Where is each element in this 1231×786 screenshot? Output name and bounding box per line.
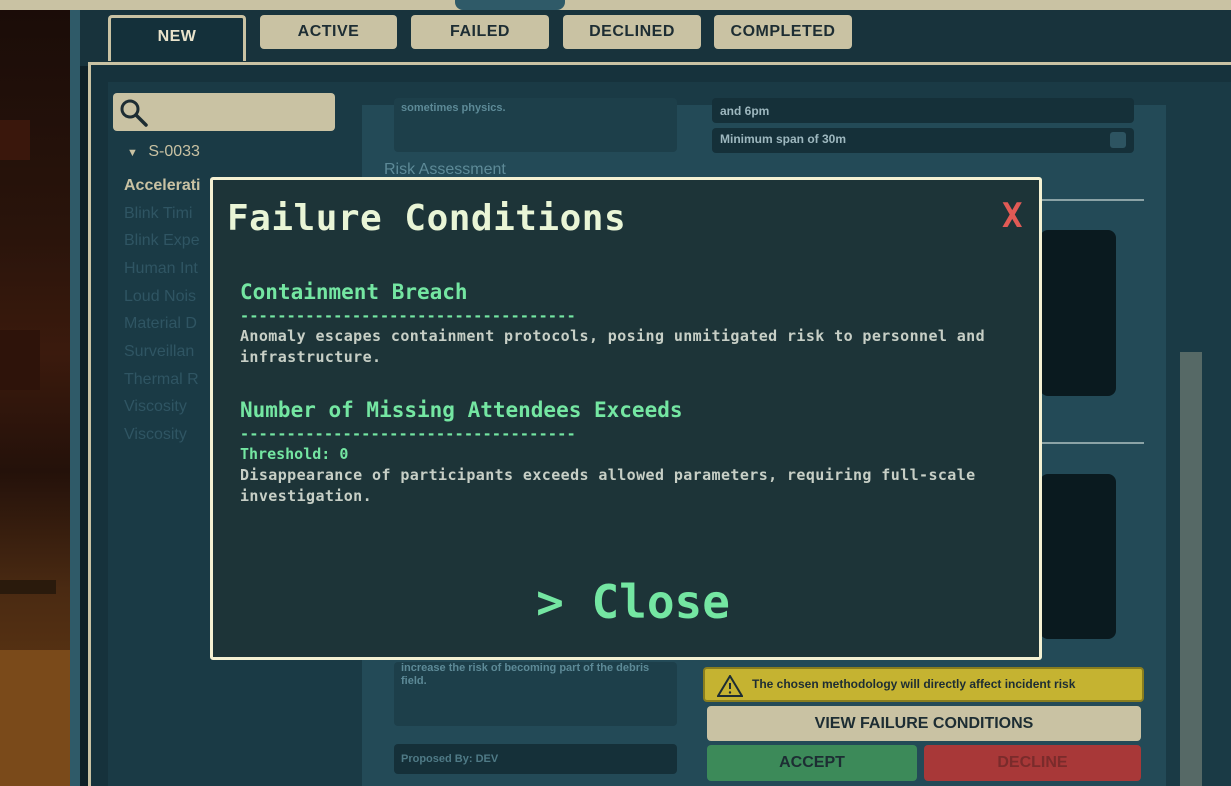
view-failure-conditions-button[interactable]: VIEW FAILURE CONDITIONS (707, 706, 1141, 741)
tab-completed[interactable]: COMPLETED (714, 15, 852, 49)
description-snippet: sometimes physics. (401, 102, 506, 114)
sidebar-item[interactable]: Surveillan (124, 343, 194, 361)
sidebar-item[interactable]: Accelerati (124, 177, 201, 195)
tab-declined[interactable]: DECLINED (563, 15, 701, 49)
search-icon (120, 99, 148, 127)
tree-group-label: S-0033 (148, 143, 200, 160)
close-button[interactable]: > Close (513, 575, 753, 629)
sidebar-item[interactable]: Blink Timi (124, 205, 192, 223)
condition-description: Anomaly escapes containment protocols, p… (240, 327, 986, 366)
world-block (0, 650, 70, 786)
constraint-text: Minimum span of 30m (720, 132, 847, 146)
failure-conditions-modal: Failure Conditions X Containment Breach … (210, 177, 1042, 660)
world-block (0, 120, 30, 160)
world-block (0, 580, 56, 594)
condition-divider: ------------------------------------ (240, 307, 576, 325)
condition-name: Containment Breach (240, 280, 468, 304)
warning-banner: The chosen methodology will directly aff… (703, 667, 1144, 702)
warning-triangle-icon (717, 675, 743, 697)
divider (1040, 199, 1144, 201)
sidebar-item[interactable]: Thermal R (124, 371, 199, 389)
chevron-down-icon: ▼ (127, 147, 138, 159)
condition-description: Disappearance of participants exceeds al… (240, 466, 976, 505)
proposed-by: Proposed By: DEV (401, 753, 499, 765)
constraint-pill: and 6pm (712, 98, 1134, 123)
search-input[interactable] (113, 93, 335, 131)
risk-chart-box (1040, 230, 1116, 396)
sidebar-item[interactable]: Blink Expe (124, 232, 200, 250)
constraint-text: and 6pm (720, 104, 770, 118)
tab-active[interactable]: ACTIVE (260, 15, 397, 49)
world-block (0, 330, 40, 390)
game-world-background (0, 0, 78, 786)
sidebar-item[interactable]: Viscosity (124, 398, 187, 416)
sidebar-item[interactable]: Viscosity (124, 426, 187, 444)
constraint-toggle[interactable] (1110, 132, 1126, 148)
window-title-tab (455, 0, 565, 10)
proposed-by-card: Proposed By: DEV (394, 744, 677, 774)
frame-left-border (70, 10, 80, 786)
tab-new[interactable]: NEW (108, 15, 246, 61)
close-icon[interactable]: X (1002, 196, 1022, 236)
tree-group-s-0033[interactable]: ▼ S-0033 (127, 143, 200, 161)
constraint-pill: Minimum span of 30m (712, 128, 1134, 153)
top-rail (0, 0, 1231, 10)
scrollbar[interactable] (1180, 352, 1202, 786)
description-card: sometimes physics. (394, 98, 677, 152)
condition-divider: ------------------------------------ (240, 425, 576, 443)
condition-threshold: Threshold: 0 (240, 445, 349, 463)
sidebar-item[interactable]: Loud Nois (124, 288, 196, 306)
condition-name: Number of Missing Attendees Exceeds (240, 398, 683, 422)
risk-chart-box (1040, 474, 1116, 639)
accept-button[interactable]: ACCEPT (707, 745, 917, 781)
description-card: increase the risk of becoming part of th… (394, 662, 677, 726)
decline-button[interactable]: DECLINE (924, 745, 1141, 781)
modal-title: Failure Conditions (227, 198, 627, 239)
sidebar-item[interactable]: Human Int (124, 260, 198, 278)
description-snippet: increase the risk of becoming part of th… (401, 662, 650, 687)
tab-bar: NEW ACTIVE FAILED DECLINED COMPLETED (80, 10, 1231, 66)
tab-failed[interactable]: FAILED (411, 15, 549, 49)
sidebar-item[interactable]: Material D (124, 315, 197, 333)
warning-text: The chosen methodology will directly aff… (752, 677, 1076, 691)
divider (1040, 442, 1144, 444)
